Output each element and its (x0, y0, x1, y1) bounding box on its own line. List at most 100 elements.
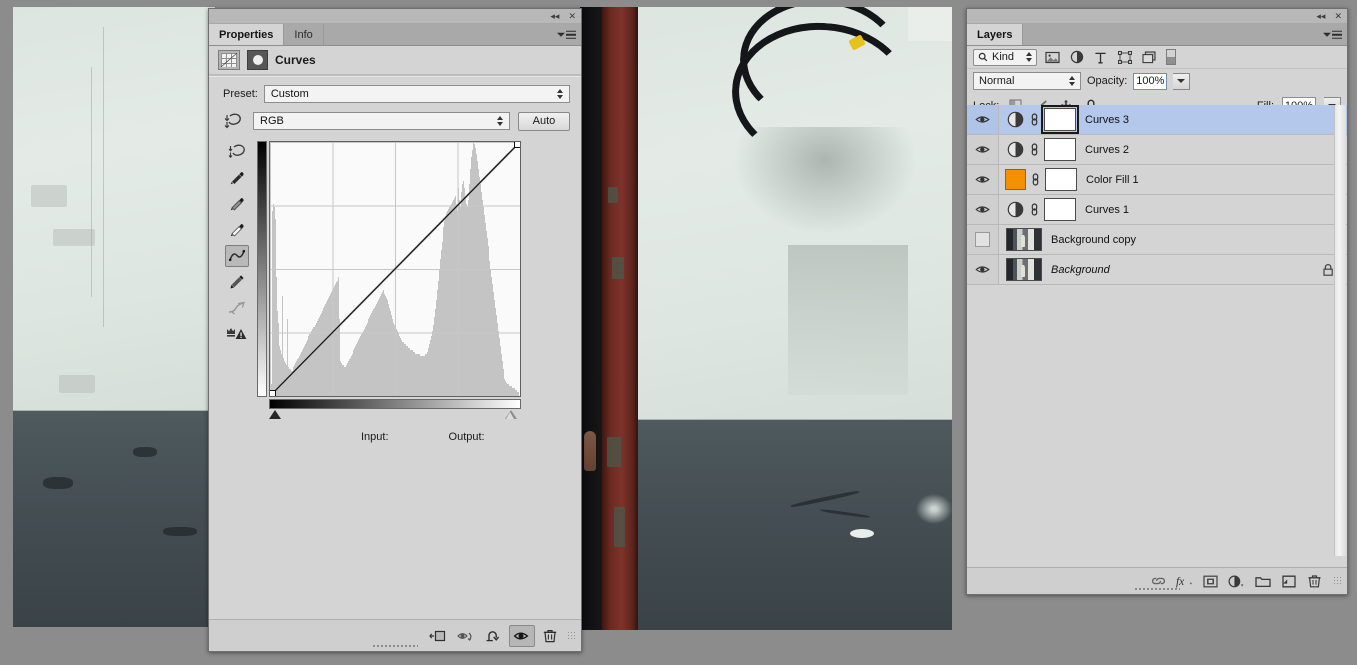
table-row[interactable]: Background (967, 255, 1347, 285)
panel-resize-handle[interactable] (372, 644, 418, 649)
delete-layer-icon[interactable] (1305, 572, 1324, 591)
wall-lower-section (13, 411, 215, 627)
wall-scuff-patch (788, 245, 908, 395)
white-point-eyedropper-icon[interactable] (225, 219, 249, 241)
table-row[interactable]: Curves 2 (967, 135, 1347, 165)
collapse-icon[interactable]: ◂◂ (550, 11, 559, 21)
opacity-input[interactable]: 100% (1133, 72, 1168, 90)
table-row[interactable]: Background copy (967, 225, 1347, 255)
new-layer-icon[interactable] (1279, 572, 1298, 591)
curve-line (270, 142, 520, 396)
toggle-previous-state-icon[interactable] (453, 625, 479, 647)
properties-titlebar: ◂◂ ✕ (209, 9, 581, 24)
toggle-visibility-icon[interactable] (509, 624, 535, 647)
red-door-frame (602, 7, 638, 630)
on-image-adjustment-icon[interactable] (223, 111, 245, 131)
adjustment-layer-thumbnail[interactable] (1006, 140, 1025, 159)
layer-mask-thumbnail[interactable] (1044, 198, 1076, 221)
filter-shape-layers-icon[interactable] (1116, 49, 1133, 65)
layer-mask-thumbnail[interactable] (1041, 105, 1079, 134)
mask-link-icon[interactable] (1028, 142, 1041, 157)
layer-visibility-eye-icon[interactable] (967, 195, 999, 224)
table-row[interactable]: Curves 3 (967, 105, 1347, 135)
properties-panel-menu-icon[interactable] (557, 30, 576, 39)
tab-layers-label: Layers (977, 28, 1013, 41)
svg-text:fx: fx (1176, 576, 1184, 588)
layer-visibility-eye-icon[interactable] (967, 105, 999, 134)
layer-thumbnail[interactable] (1006, 228, 1042, 251)
tab-properties[interactable]: Properties (209, 24, 285, 45)
layer-filter-row: Kind (967, 46, 1347, 69)
adjustment-layer-thumbnail[interactable] (1006, 110, 1025, 129)
resize-grip-icon[interactable] (567, 630, 577, 641)
mask-link-icon[interactable] (1028, 202, 1041, 217)
hand-silhouette (584, 431, 596, 471)
new-group-icon[interactable] (1253, 572, 1272, 591)
hanging-cables (727, 7, 952, 177)
solid-color-thumbnail[interactable] (1005, 169, 1026, 190)
panel-resize-handle[interactable] (1134, 587, 1180, 592)
wall-smudge (59, 375, 95, 393)
chevron-updown-icon (557, 89, 563, 99)
tab-layers[interactable]: Layers (967, 24, 1024, 45)
channel-dropdown[interactable]: RGB (253, 112, 510, 130)
clip-to-layer-icon[interactable] (425, 625, 451, 647)
layer-visibility-eye-icon[interactable] (967, 135, 999, 164)
layers-panel-menu-icon[interactable] (1323, 30, 1342, 39)
close-icon[interactable]: ✕ (1334, 11, 1342, 21)
output-gradient-bar (257, 141, 267, 397)
layer-visibility-eye-icon[interactable] (967, 165, 999, 194)
properties-header: Curves (209, 46, 581, 75)
preset-label: Preset: (223, 88, 258, 100)
filter-adjustment-layers-icon[interactable] (1068, 49, 1085, 65)
filter-kind-dropdown[interactable]: Kind (973, 48, 1037, 66)
layer-mask-thumbnail[interactable] (1045, 168, 1077, 191)
search-icon (978, 52, 988, 62)
opacity-label: Opacity: (1087, 75, 1128, 87)
filter-pixel-layers-icon[interactable] (1044, 49, 1061, 65)
opacity-dropdown-arrow[interactable] (1173, 72, 1191, 90)
gray-point-eyedropper-icon[interactable] (225, 193, 249, 215)
reset-adjustment-icon[interactable] (481, 625, 507, 647)
layers-scrollbar[interactable] (1334, 105, 1346, 556)
mask-link-icon[interactable] (1029, 172, 1042, 187)
collapse-icon[interactable]: ◂◂ (1316, 11, 1325, 21)
auto-button-label: Auto (532, 115, 556, 127)
layer-thumbnail[interactable] (1006, 258, 1042, 281)
tab-info[interactable]: Info (284, 24, 324, 45)
table-row[interactable]: Curves 1 (967, 195, 1347, 225)
wall-upper-section (13, 7, 215, 411)
curves-plot[interactable] (269, 141, 521, 397)
black-point-eyedropper-icon[interactable] (225, 167, 249, 189)
table-row[interactable]: Color Fill 1 (967, 165, 1347, 195)
close-icon[interactable]: ✕ (568, 11, 576, 21)
mask-link-icon[interactable] (1028, 112, 1041, 127)
preset-row: Preset: Custom (209, 77, 581, 103)
channel-row: RGB Auto (209, 103, 581, 131)
layer-mask-thumbnail[interactable] (1044, 138, 1076, 161)
tab-properties-label: Properties (219, 28, 274, 41)
properties-panel: ◂◂ ✕ Properties Info Curves Preset: Cust… (208, 8, 582, 652)
new-adjustment-layer-icon[interactable] (1227, 572, 1246, 591)
smooth-curve-icon[interactable] (225, 297, 249, 319)
layer-visibility-eye-icon[interactable] (967, 255, 999, 284)
adjustment-layer-thumbnail[interactable] (1006, 200, 1025, 219)
add-layer-mask-icon[interactable] (1201, 572, 1220, 591)
clipping-warning-icon[interactable] (225, 323, 249, 345)
filter-enable-toggle-icon[interactable] (1166, 49, 1176, 65)
auto-button[interactable]: Auto (518, 111, 570, 131)
pencil-draw-curve-icon[interactable] (225, 271, 249, 293)
on-image-adjust-icon[interactable] (225, 141, 249, 163)
filter-type-layers-icon[interactable] (1092, 49, 1109, 65)
layer-visibility-off-icon[interactable] (967, 225, 999, 254)
edit-points-curve-icon[interactable] (225, 245, 249, 267)
curve-white-point-handle[interactable] (514, 142, 520, 148)
layer-mask-icon[interactable] (247, 50, 268, 70)
preset-dropdown[interactable]: Custom (263, 85, 570, 103)
resize-grip-icon[interactable] (1333, 576, 1343, 586)
filter-smart-object-icon[interactable] (1140, 49, 1157, 65)
curve-black-point-handle[interactable] (270, 390, 276, 396)
black-input-slider[interactable] (269, 410, 281, 419)
blend-mode-dropdown[interactable]: Normal (973, 72, 1081, 90)
delete-adjustment-icon[interactable] (537, 625, 563, 647)
